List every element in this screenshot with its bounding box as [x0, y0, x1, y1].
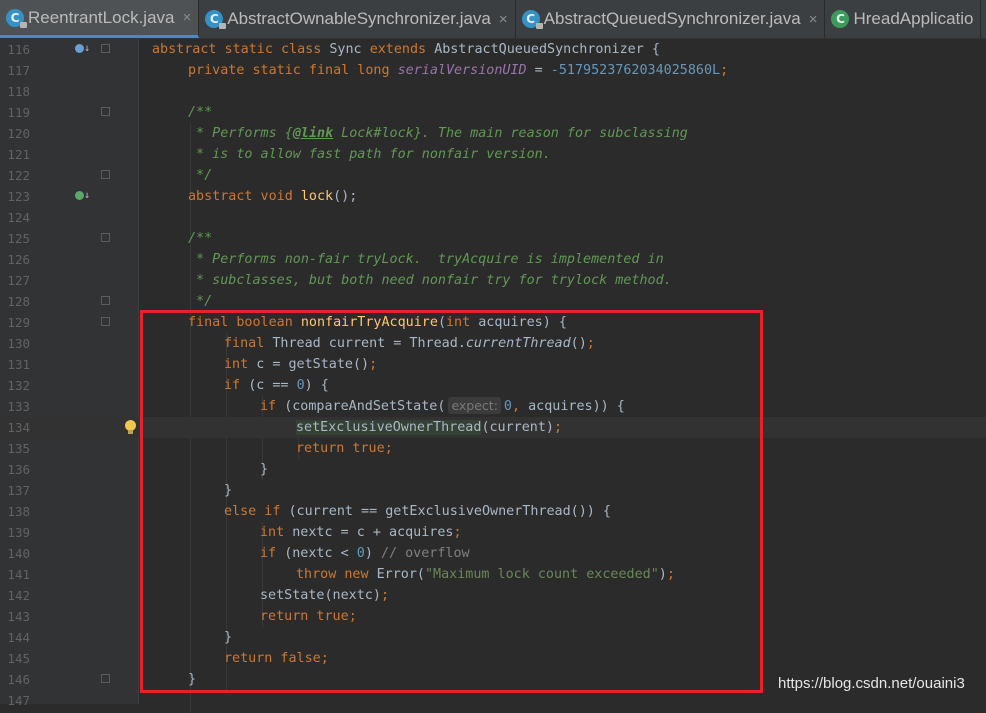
code-line[interactable]: 119 /** [0, 102, 986, 123]
line-number: 144 [7, 630, 30, 645]
line-number: 118 [7, 84, 30, 99]
line-number: 133 [7, 399, 30, 414]
code-text: */ [188, 168, 213, 183]
close-icon[interactable]: × [809, 11, 818, 28]
code-line[interactable]: 123 ↓ abstract void lock(); [0, 186, 986, 207]
line-number: 125 [7, 231, 30, 246]
code-line[interactable]: 125 /** [0, 228, 986, 249]
line-number: 146 [7, 672, 30, 687]
line-number: 147 [7, 693, 30, 708]
line-number: 117 [7, 63, 30, 78]
line-number: 120 [7, 126, 30, 141]
line-number: 116 [7, 42, 30, 57]
line-number: 122 [7, 168, 30, 183]
code-text: * subclasses, but both need nonfair try … [188, 273, 672, 288]
line-number: 132 [7, 378, 30, 393]
code-text: private static final long serialVersionU… [188, 63, 729, 78]
code-line[interactable]: 128 */ [0, 291, 986, 312]
line-number: 127 [7, 273, 30, 288]
code-line[interactable]: 147 [0, 690, 986, 711]
code-line[interactable]: 118 [0, 81, 986, 102]
line-number: 143 [7, 609, 30, 624]
fold-icon[interactable] [101, 44, 110, 53]
line-number: 128 [7, 294, 30, 309]
fold-icon[interactable] [101, 296, 110, 305]
line-number: 137 [7, 483, 30, 498]
line-number: 139 [7, 525, 30, 540]
close-icon[interactable]: × [182, 9, 191, 26]
code-line[interactable]: 117 private static final long serialVers… [0, 60, 986, 81]
tab-abstractqueuedsynchronizer[interactable]: C AbstractQueuedSynchronizer.java × [516, 0, 826, 38]
class-lock-icon: C [521, 10, 543, 29]
line-number: 138 [7, 504, 30, 519]
implemented-icon[interactable]: ↓ [75, 42, 90, 56]
fold-icon[interactable] [101, 170, 110, 179]
line-number: 134 [7, 420, 30, 435]
code-line[interactable]: 121 * is to allow fast path for nonfair … [0, 144, 986, 165]
code-line[interactable]: 116 ↓ abstract static class Sync extends… [0, 39, 986, 60]
code-text: abstract static class Sync extends Abstr… [152, 42, 660, 57]
code-text: /** [188, 231, 213, 246]
code-text: abstract void lock(); [188, 189, 358, 204]
code-text: /** [188, 105, 213, 120]
fold-icon[interactable] [101, 107, 110, 116]
line-number: 124 [7, 210, 30, 225]
code-text: */ [188, 294, 213, 309]
code-editor[interactable]: 116 ↓ abstract static class Sync extends… [0, 39, 986, 713]
tab-reentrantlock[interactable]: C ReentrantLock.java × [0, 0, 200, 38]
fold-icon[interactable] [101, 317, 110, 326]
line-number: 131 [7, 357, 30, 372]
line-number: 145 [7, 651, 30, 666]
code-line[interactable]: 120 * Performs {@link Lock#lock}. The ma… [0, 123, 986, 144]
code-line[interactable]: 124 [0, 207, 986, 228]
class-lock-icon: C [6, 8, 27, 28]
tab-label: AbstractQueuedSynchronizer.java [543, 9, 801, 28]
line-number: 123 [7, 189, 30, 204]
editor-tab-bar: C ReentrantLock.java × C AbstractOwnable… [0, 0, 986, 39]
code-line[interactable]: 126 * Performs non-fair tryLock. tryAcqu… [0, 249, 986, 270]
tab-label: HreadApplicatio [853, 9, 974, 28]
fold-icon[interactable] [101, 233, 110, 242]
line-number: 129 [7, 315, 30, 330]
line-number: 135 [7, 441, 30, 456]
class-green-icon: C [831, 10, 850, 28]
code-line[interactable]: 127 * subclasses, but both need nonfair … [0, 270, 986, 291]
highlight-box [140, 310, 763, 693]
watermark: https://blog.csdn.net/ouaini3 [778, 675, 965, 692]
close-icon[interactable]: × [499, 11, 508, 28]
tab-hreadapplication[interactable]: C HreadApplicatio [825, 0, 982, 38]
code-line[interactable]: 122 */ [0, 165, 986, 186]
line-number: 142 [7, 588, 30, 603]
tab-label: ReentrantLock.java [28, 7, 175, 27]
line-number: 121 [7, 147, 30, 162]
line-number: 119 [7, 105, 30, 120]
line-number: 140 [7, 546, 30, 561]
line-number: 130 [7, 336, 30, 351]
line-number: 141 [7, 567, 30, 582]
lightbulb-icon[interactable] [124, 420, 136, 435]
code-text: * Performs non-fair tryLock. tryAcquire … [188, 252, 664, 267]
tab-abstractownablesynchronizer[interactable]: C AbstractOwnableSynchronizer.java × [199, 0, 516, 38]
fold-icon[interactable] [101, 674, 110, 683]
code-text: * is to allow fast path for nonfair vers… [188, 147, 551, 162]
tab-label: AbstractOwnableSynchronizer.java [227, 9, 491, 28]
line-number: 126 [7, 252, 30, 267]
code-text: * Performs {@link Lock#lock}. The main r… [188, 126, 688, 141]
line-number: 136 [7, 462, 30, 477]
implemented-icon[interactable]: ↓ [75, 189, 90, 203]
class-lock-icon: C [205, 10, 227, 29]
